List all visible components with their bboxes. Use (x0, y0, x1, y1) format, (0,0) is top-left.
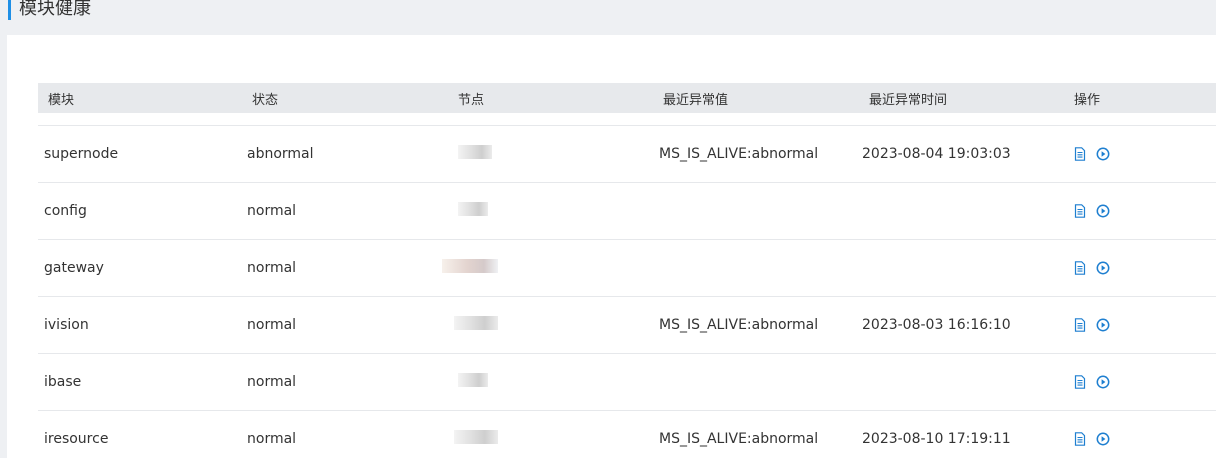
table-row: iresource normal MS_IS_ALIVE:abnormal 20… (38, 410, 1216, 458)
table-row: gateway normal (38, 239, 1216, 296)
cell-module: supernode (44, 146, 119, 162)
cell-last-abnormal-value: MS_IS_ALIVE:abnormal (659, 317, 819, 333)
column-header-module: 模块 (48, 92, 75, 108)
page-title: 模块健康 (19, 0, 91, 19)
cell-node (444, 316, 647, 334)
column-header-node: 节点 (458, 92, 485, 108)
play-circle-icon[interactable] (1096, 318, 1110, 332)
redacted-node-blur (454, 316, 498, 330)
cell-status: normal (247, 203, 297, 219)
cell-actions (1053, 318, 1216, 332)
column-header-status: 状态 (252, 92, 279, 108)
cell-actions (1053, 432, 1216, 446)
document-icon[interactable] (1073, 261, 1087, 275)
cell-last-abnormal-time: 2023-08-10 17:19:11 (862, 431, 1011, 447)
cell-last-abnormal-time: 2023-08-04 19:03:03 (862, 146, 1011, 162)
table-row: config normal (38, 182, 1216, 239)
title-accent-bar (8, 0, 11, 20)
cell-module: config (44, 203, 87, 219)
cell-actions (1053, 375, 1216, 389)
play-circle-icon[interactable] (1096, 147, 1110, 161)
table-row: ivision normal MS_IS_ALIVE:abnormal 2023… (38, 296, 1216, 353)
redacted-node-blur (458, 145, 492, 159)
cell-node (444, 145, 647, 163)
column-header-last-abnormal-value: 最近异常值 (663, 92, 729, 108)
document-icon[interactable] (1073, 147, 1087, 161)
cell-actions (1053, 204, 1216, 218)
document-icon[interactable] (1073, 204, 1087, 218)
cell-last-abnormal-value: MS_IS_ALIVE:abnormal (659, 431, 819, 447)
redacted-node-blur (458, 202, 488, 216)
title-bar: 模块健康 (0, 0, 1216, 34)
play-circle-icon[interactable] (1096, 261, 1110, 275)
cell-module: ivision (44, 317, 89, 333)
cell-actions (1053, 147, 1216, 161)
cell-module: ibase (44, 374, 82, 390)
column-header-last-abnormal-time: 最近异常时间 (869, 92, 948, 108)
table-row: supernode abnormal MS_IS_ALIVE:abnormal … (38, 125, 1216, 182)
cell-status: abnormal (247, 146, 314, 162)
cell-node (442, 259, 647, 277)
cell-status: normal (247, 374, 297, 390)
play-circle-icon[interactable] (1096, 204, 1110, 218)
column-header-actions: 操作 (1074, 92, 1101, 108)
table-body: supernode abnormal MS_IS_ALIVE:abnormal … (38, 125, 1216, 458)
play-circle-icon[interactable] (1096, 432, 1110, 446)
cell-node (444, 202, 647, 220)
cell-node (444, 430, 647, 448)
module-health-table: 模块 状态 节点 最近异常值 最近异常时间 操作 supernode abnor… (38, 83, 1216, 458)
cell-module: gateway (44, 260, 104, 276)
redacted-node-blur (442, 259, 498, 273)
cell-last-abnormal-time: 2023-08-03 16:16:10 (862, 317, 1011, 333)
document-icon[interactable] (1073, 318, 1087, 332)
cell-node (444, 373, 647, 391)
redacted-node-blur (454, 430, 498, 444)
cell-status: normal (247, 431, 297, 447)
cell-status: normal (247, 317, 297, 333)
cell-status: normal (247, 260, 297, 276)
cell-actions (1053, 261, 1216, 275)
table-row: ibase normal (38, 353, 1216, 410)
page: 模块健康 模块 状态 节点 最近异常值 最近异常时间 操作 supernode … (0, 0, 1216, 458)
document-icon[interactable] (1073, 432, 1087, 446)
cell-module: iresource (44, 431, 109, 447)
document-icon[interactable] (1073, 375, 1087, 389)
play-circle-icon[interactable] (1096, 375, 1110, 389)
table-header: 模块 状态 节点 最近异常值 最近异常时间 操作 (38, 83, 1216, 113)
redacted-node-blur (458, 373, 488, 387)
cell-last-abnormal-value: MS_IS_ALIVE:abnormal (659, 146, 819, 162)
